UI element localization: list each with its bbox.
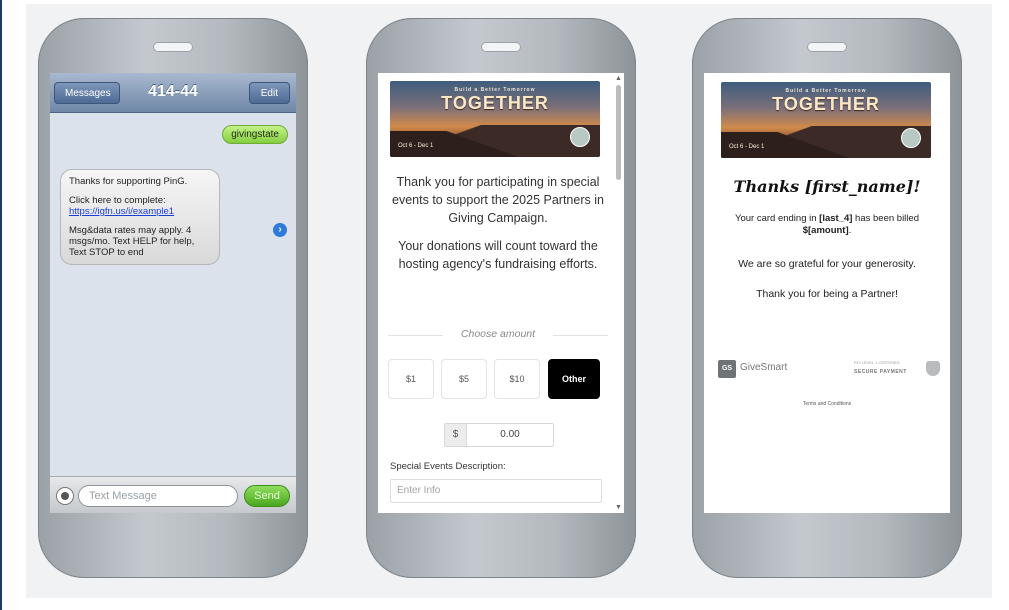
- secure-badge-small: PCI LEVEL 1 CERTIFIED: [854, 360, 900, 365]
- description-input[interactable]: Enter Info: [390, 479, 602, 503]
- secure-badge-big: SECURE PAYMENT: [854, 369, 907, 375]
- card-billed-text: Your card ending in [last_4] has been bi…: [735, 213, 919, 236]
- donations-text: Your donations will count toward the hos…: [398, 239, 598, 271]
- terms-link[interactable]: Terms and Conditions: [704, 401, 950, 407]
- donation-link[interactable]: https://igfn.us/i/example1: [69, 206, 174, 217]
- confirmation-screen: Build a Better Tomorrow TOGETHER Oct 6 -…: [704, 73, 950, 513]
- card-token: [last_4]: [819, 213, 853, 224]
- phone-speaker: [153, 42, 193, 52]
- description-label: Special Events Description:: [390, 461, 506, 472]
- page-frame: Messages 414-44 Edit givingstate Thanks …: [0, 0, 1009, 610]
- received-message-line: Click here to complete:: [69, 195, 166, 206]
- campaign-banner: Build a Better Tomorrow TOGETHER Oct 6 -…: [390, 81, 600, 157]
- received-message-bubble: Thanks for supporting PinG. Click here t…: [60, 169, 220, 265]
- shield-icon: [926, 361, 940, 376]
- choose-amount-row: Choose amount: [388, 328, 608, 342]
- donation-form-screen: Build a Better Tomorrow TOGETHER Oct 6 -…: [378, 73, 624, 513]
- phone-speaker: [807, 42, 847, 52]
- campaign-logo-icon: [901, 128, 921, 148]
- amount-option-other[interactable]: Other: [548, 359, 600, 399]
- scroll-down-icon[interactable]: ▼: [615, 504, 622, 511]
- amount-token: $[amount]: [802, 225, 849, 236]
- edit-button[interactable]: Edit: [248, 82, 290, 104]
- amount-option-10[interactable]: $10: [494, 359, 540, 399]
- scroll-up-icon[interactable]: ▲: [615, 75, 622, 82]
- banner-headline: TOGETHER: [441, 93, 549, 113]
- phone-messages: Messages 414-44 Edit givingstate Thanks …: [38, 18, 308, 578]
- amount-value[interactable]: 0.00: [475, 424, 545, 446]
- chevron-right-icon[interactable]: ›: [273, 223, 287, 237]
- givesmart-mark: GS: [718, 360, 736, 378]
- campaign-logo-icon: [570, 127, 590, 147]
- banner-headline: TOGETHER: [772, 94, 880, 114]
- campaign-banner: Build a Better Tomorrow TOGETHER Oct 6 -…: [721, 82, 931, 158]
- secure-payment-badge: PCI LEVEL 1 CERTIFIED SECURE PAYMENT: [854, 359, 942, 379]
- partner-text: Thank you for being a Partner!: [756, 288, 898, 300]
- sent-message-bubble: givingstate: [222, 125, 288, 144]
- banner-dates: Oct 6 - Dec 1: [398, 143, 434, 149]
- givesmart-name: GiveSmart: [740, 362, 788, 373]
- text-message-input[interactable]: Text Message: [78, 485, 238, 507]
- card-text-mid: has been billed: [852, 213, 919, 224]
- messages-footer: Text Message Send: [50, 476, 296, 513]
- camera-icon[interactable]: [56, 487, 74, 505]
- scrollbar[interactable]: ▲ ▼: [615, 75, 622, 511]
- phone-confirmation: Build a Better Tomorrow TOGETHER Oct 6 -…: [692, 18, 962, 578]
- messages-header: Messages 414-44 Edit: [50, 73, 296, 113]
- scrollbar-thumb[interactable]: [616, 85, 621, 180]
- banner-dates: Oct 6 - Dec 1: [729, 144, 765, 150]
- thank-you-text: Thank you for participating in special e…: [392, 175, 604, 225]
- card-text-prefix: Your card ending in: [735, 213, 820, 224]
- amount-option-5[interactable]: $5: [441, 359, 487, 399]
- received-message-line: Msg&data rates may apply. 4 msgs/mo. Tex…: [69, 225, 195, 258]
- phone-donation-form: Build a Better Tomorrow TOGETHER Oct 6 -…: [366, 18, 636, 578]
- divider: [553, 335, 608, 336]
- messages-screen: Messages 414-44 Edit givingstate Thanks …: [50, 73, 296, 513]
- phone-speaker: [481, 42, 521, 52]
- currency-symbol: $: [445, 424, 467, 446]
- send-button[interactable]: Send: [244, 485, 290, 507]
- thanks-heading: Thanks [first_name]!: [733, 177, 921, 196]
- grateful-text: We are so grateful for your generosity.: [738, 258, 916, 270]
- amount-input[interactable]: $ 0.00: [444, 423, 554, 447]
- choose-amount-label: Choose amount: [460, 328, 536, 340]
- received-message-line: Thanks for supporting PinG.: [69, 176, 188, 187]
- left-border-rule: [0, 0, 2, 610]
- amount-option-1[interactable]: $1: [388, 359, 434, 399]
